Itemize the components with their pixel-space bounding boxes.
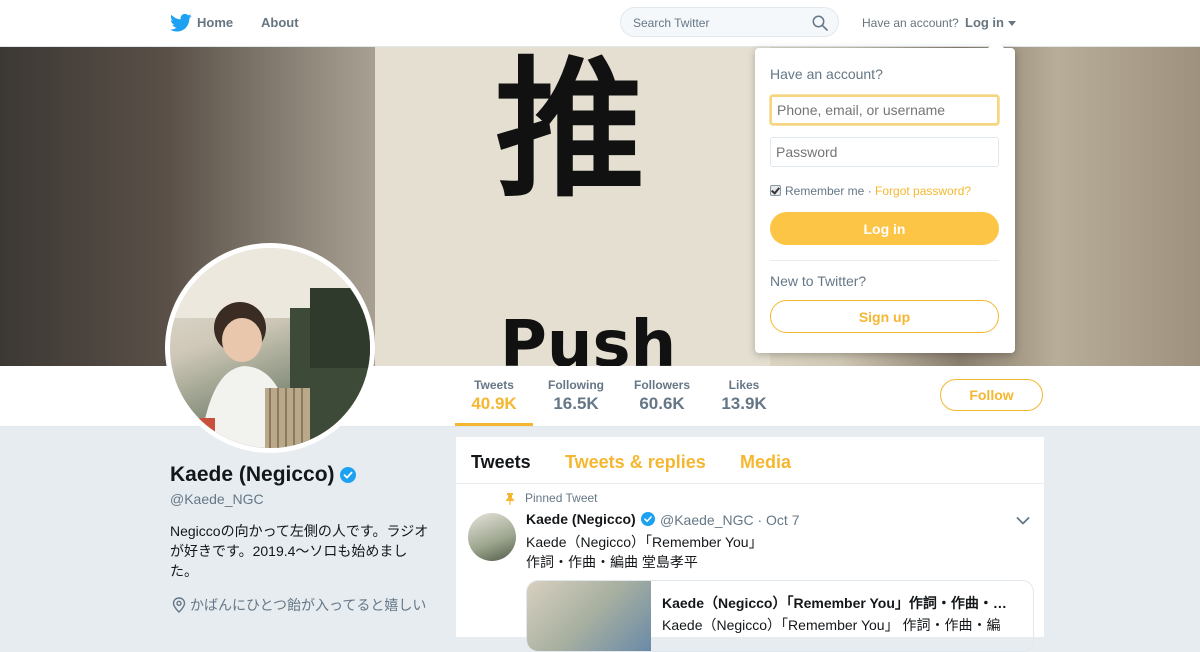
chevron-down-icon[interactable] [1016,516,1030,526]
remember-row: Remember me · Forgot password? [770,184,971,198]
timeline: Tweets Tweets & replies Media Pinned Twe… [456,437,1044,652]
profile-location-text: かばんにひとつ飴が入ってると嬉しい [190,597,427,613]
login-dropdown: Have an account? Remember me · Forgot pa… [755,48,1015,353]
stat-value: 40.9K [471,394,517,413]
banner-sign-word: Push [500,308,677,366]
search-input[interactable]: Search Twitter [633,16,709,30]
username-field[interactable] [770,95,999,125]
divider [770,260,999,261]
stat-likes[interactable]: Likes 13.9K [718,378,770,414]
profile-avatar[interactable] [165,243,375,453]
forgot-password-link[interactable]: Forgot password? [875,184,971,198]
tweet-text-line: 作詞・作曲・編曲 堂島孝平 [526,554,698,570]
login-dropdown-heading: Have an account? [770,66,883,82]
pinned-tweet-label: Pinned Tweet [525,491,598,505]
tweet-text-line: Kaede（Negicco）「Remember You」 [526,534,763,550]
location-pin-icon [172,597,186,613]
tweet-author-handle[interactable]: @Kaede_NGC [660,512,754,528]
active-tab-underline [455,423,533,426]
tweet-meta: @Kaede_NGC · Oct 7 [660,512,800,528]
stat-label: Likes [728,378,760,392]
stat-label: Followers [633,378,690,392]
remember-me-checkbox[interactable] [770,185,781,196]
verified-badge-icon [641,512,655,526]
stat-value: 60.6K [639,394,685,413]
search-icon[interactable] [812,15,828,31]
link-card[interactable]: Kaede（Negicco）「Remember You」作詞・作曲・… Kaed… [526,580,1034,652]
stat-tweets[interactable]: Tweets 40.9K [470,378,518,414]
timeline-tabs: Tweets Tweets & replies Media [456,437,1044,484]
follow-button[interactable]: Follow [940,379,1043,411]
stat-label: Tweets [474,378,514,392]
separator: · [864,184,876,198]
pin-icon [506,493,514,505]
stat-followers[interactable]: Followers 60.6K [631,378,693,414]
twitter-bird-icon[interactable] [170,13,192,33]
password-field[interactable] [770,137,999,167]
tweet-text: Kaede（Negicco）「Remember You」 作詞・作曲・編曲 堂島… [526,532,763,572]
tweet-date[interactable]: Oct 7 [766,512,799,528]
card-thumbnail [527,581,651,651]
stat-value: 13.9K [721,394,767,413]
card-description: Kaede（Negicco）「Remember You」 作詞・作曲・編 [662,617,1001,633]
profile-handle[interactable]: @Kaede_NGC [170,491,264,507]
tweet-author-name[interactable]: Kaede (Negicco) [526,511,636,527]
have-account-text: Have an account? [862,16,959,30]
tab-media[interactable]: Media [740,452,791,473]
tab-tweets[interactable]: Tweets [471,452,531,473]
nav-about-link[interactable]: About [261,15,299,30]
profile-bio: Negiccoの向かって左側の人です。ラジオが好きです。2019.4～ソロも始め… [170,523,429,579]
dropdown-arrow [987,40,1005,49]
tweet-avatar[interactable] [468,513,516,561]
card-title: Kaede（Negicco）「Remember You」作詞・作曲・… [662,595,1007,611]
signup-button[interactable]: Sign up [770,300,999,333]
caret-down-icon[interactable] [1008,21,1016,26]
stat-following[interactable]: Following 16.5K [546,378,606,414]
stat-value: 16.5K [553,394,599,413]
verified-badge-icon [340,467,356,483]
tab-tweets-replies[interactable]: Tweets & replies [565,452,706,473]
banner-sign-character: 推 [495,46,646,218]
login-dropdown-toggle[interactable]: Log in [965,15,1004,30]
profile-location: かばんにひとつ飴が入ってると嬉しい [172,595,426,615]
top-nav: Home About Search Twitter Have an accoun… [0,0,1200,47]
stat-label: Following [548,378,604,392]
remember-me-label[interactable]: Remember me [785,184,864,198]
profile-name: Kaede (Negicco) [170,463,335,486]
new-to-twitter-text: New to Twitter? [770,273,867,289]
nav-home-link[interactable]: Home [197,15,233,30]
search-box[interactable]: Search Twitter [620,7,839,37]
avatar-photo [170,248,370,448]
avatar-illustration [170,248,370,448]
login-button[interactable]: Log in [770,212,999,245]
